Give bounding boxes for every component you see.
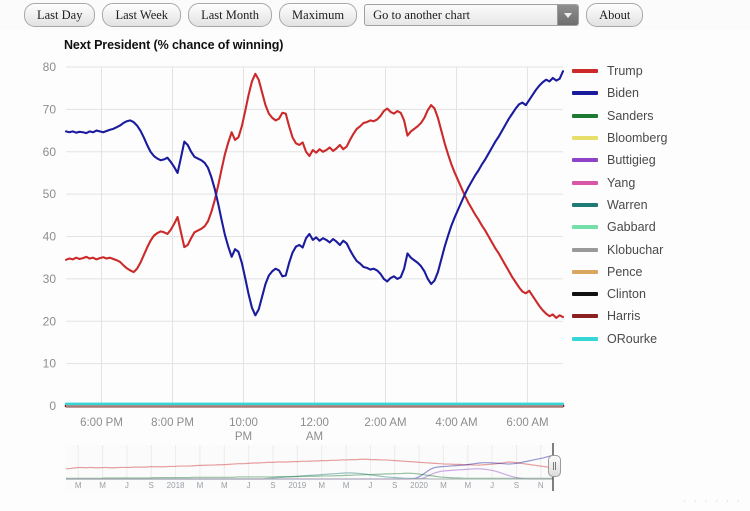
legend-swatch-bloomberg [572, 136, 598, 141]
legend-item-bloomberg[interactable]: Bloomberg [572, 127, 747, 149]
svg-text:6:00 AM: 6:00 AM [506, 417, 548, 429]
svg-text:50: 50 [43, 187, 57, 201]
legend-item-gabbard[interactable]: Gabbard [572, 216, 747, 238]
last-week-button[interactable]: Last Week [102, 3, 182, 27]
svg-text:30: 30 [43, 272, 57, 286]
navigator[interactable]: M M J S 2018 M M J S 2019 M M J S 2020 M M J S N [0, 443, 750, 501]
svg-text:J: J [125, 481, 129, 490]
legend-swatch-sanders [572, 113, 598, 118]
chart-select[interactable]: Go to another chart [364, 4, 580, 26]
watermark: · · · · · · [682, 495, 742, 507]
svg-text:M: M [464, 481, 471, 490]
svg-text:J: J [368, 481, 372, 490]
svg-text:M: M [197, 481, 204, 490]
svg-text:M: M [99, 481, 106, 490]
maximum-button[interactable]: Maximum [279, 3, 358, 27]
svg-text:80: 80 [43, 60, 57, 74]
svg-text:0: 0 [49, 399, 56, 413]
legend-item-pence[interactable]: Pence [572, 261, 747, 283]
legend-swatch-clinton [572, 292, 598, 297]
legend-swatch-klobuchar [572, 247, 598, 252]
svg-text:2:00 AM: 2:00 AM [364, 417, 406, 429]
legend-swatch-warren [572, 202, 598, 207]
legend-item-trump[interactable]: Trump [572, 60, 747, 82]
svg-text:S: S [149, 481, 154, 490]
svg-text:10: 10 [43, 357, 57, 371]
legend-label-bloomberg: Bloomberg [607, 131, 668, 146]
svg-text:M: M [343, 481, 350, 490]
svg-text:J: J [247, 481, 251, 490]
legend-item-clinton[interactable]: Clinton [572, 283, 747, 305]
legend-label-sanders: Sanders [607, 108, 654, 123]
legend-swatch-yang [572, 180, 598, 185]
svg-text:60: 60 [43, 145, 57, 159]
legend-label-orourke: ORourke [607, 331, 658, 346]
svg-text:40: 40 [43, 230, 57, 244]
svg-text:2019: 2019 [288, 481, 306, 490]
legend-label-warren: Warren [607, 197, 648, 212]
legend-item-biden[interactable]: Biden [572, 82, 747, 104]
svg-text:AM: AM [306, 431, 323, 443]
legend-label-gabbard: Gabbard [607, 220, 656, 235]
legend-label-pence: Pence [607, 264, 643, 279]
legend-swatch-buttigieg [572, 158, 598, 163]
chart-select-value: Go to another chart [373, 7, 470, 22]
svg-text:20: 20 [43, 314, 57, 328]
svg-text:M: M [440, 481, 447, 490]
about-button[interactable]: About [586, 3, 644, 27]
svg-text:M: M [318, 481, 325, 490]
legend-label-biden: Biden [607, 86, 639, 101]
svg-text:8:00 PM: 8:00 PM [151, 417, 194, 429]
svg-text:N: N [538, 481, 544, 490]
svg-text:2020: 2020 [410, 481, 428, 490]
last-month-button[interactable]: Last Month [188, 3, 273, 27]
chart-title: Next President (% chance of winning) [64, 38, 284, 52]
chart-legend: Trump Biden Sanders Bloomberg Buttigieg … [572, 60, 747, 350]
legend-swatch-biden [572, 91, 598, 96]
legend-label-clinton: Clinton [607, 287, 646, 302]
svg-text:6:00 PM: 6:00 PM [80, 417, 123, 429]
legend-item-harris[interactable]: Harris [572, 305, 747, 327]
legend-item-buttigieg[interactable]: Buttigieg [572, 149, 747, 171]
legend-item-sanders[interactable]: Sanders [572, 105, 747, 127]
toolbar: Last Day Last Week Last Month Maximum Go… [0, 0, 750, 30]
navigator-right-handle[interactable] [548, 455, 561, 477]
last-day-button[interactable]: Last Day [24, 3, 96, 27]
legend-label-harris: Harris [607, 309, 641, 324]
legend-swatch-gabbard [572, 225, 598, 230]
svg-text:J: J [490, 481, 494, 490]
legend-label-buttigieg: Buttigieg [607, 153, 656, 168]
legend-label-trump: Trump [607, 64, 643, 79]
svg-text:S: S [270, 481, 275, 490]
svg-text:4:00 AM: 4:00 AM [435, 417, 477, 429]
legend-swatch-orourke [572, 336, 598, 341]
svg-text:12:00: 12:00 [300, 417, 329, 429]
legend-item-warren[interactable]: Warren [572, 194, 747, 216]
svg-text:M: M [221, 481, 228, 490]
legend-label-yang: Yang [607, 175, 636, 190]
legend-item-yang[interactable]: Yang [572, 171, 747, 193]
legend-label-klobuchar: Klobuchar [607, 242, 664, 257]
navigator-plot[interactable]: M M J S 2018 M M J S 2019 M M J S 2020 M M J S N [0, 443, 750, 501]
svg-text:S: S [514, 481, 519, 490]
svg-text:S: S [392, 481, 397, 490]
legend-swatch-pence [572, 269, 598, 274]
svg-text:M: M [75, 481, 82, 490]
legend-swatch-trump [572, 69, 598, 74]
legend-item-klobuchar[interactable]: Klobuchar [572, 238, 747, 260]
legend-item-orourke[interactable]: ORourke [572, 328, 747, 350]
svg-text:2018: 2018 [167, 481, 185, 490]
legend-swatch-harris [572, 314, 598, 319]
chevron-down-icon[interactable] [557, 5, 579, 25]
svg-text:10:00: 10:00 [229, 417, 258, 429]
svg-text:70: 70 [43, 102, 57, 116]
chart-application: Last Day Last Week Last Month Maximum Go… [0, 0, 750, 511]
svg-text:PM: PM [235, 431, 252, 443]
